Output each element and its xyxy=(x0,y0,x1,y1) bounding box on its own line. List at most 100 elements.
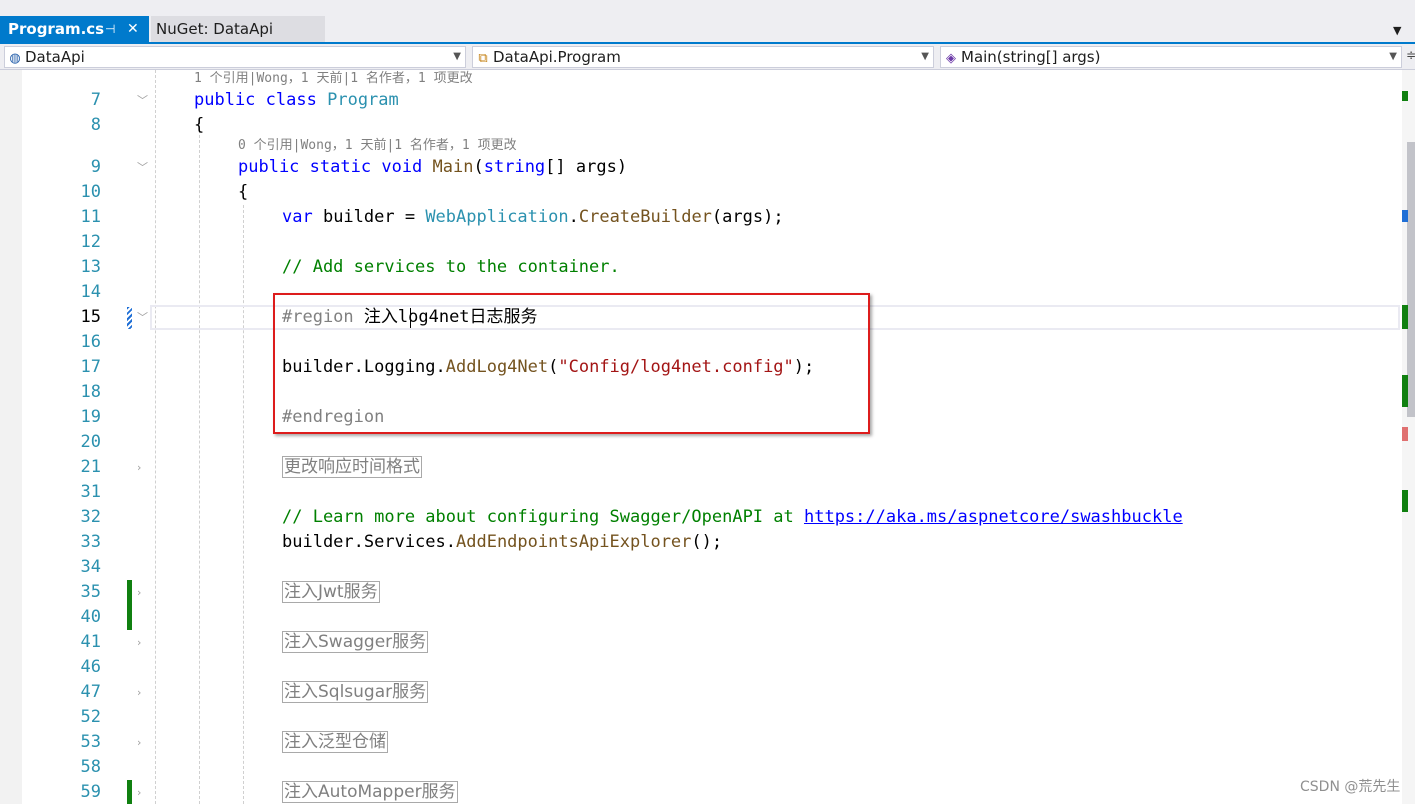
line-number: 46 xyxy=(80,657,101,677)
line-number: 33 xyxy=(80,532,101,552)
fold-closed-chevron-icon[interactable]: › xyxy=(137,780,141,804)
line-number-current: 15 xyxy=(80,307,101,327)
code-line-59: 注入AutoMapper服务 xyxy=(282,780,458,804)
tab-nuget-dataapi[interactable]: NuGet: DataApi xyxy=(151,16,325,42)
line-number: 17 xyxy=(80,357,101,377)
codelens-class[interactable]: 1 个引用|Wong，1 天前|1 名作者，1 项更改 xyxy=(194,70,473,88)
line-number: 35 xyxy=(80,582,101,602)
method-name: AddEndpointsApiExplorer xyxy=(456,532,692,552)
collapsed-region[interactable]: 注入AutoMapper服务 xyxy=(282,781,458,803)
type-name: Program xyxy=(327,90,399,110)
fold-closed-chevron-icon[interactable]: › xyxy=(137,580,141,605)
tab-label: Program.cs xyxy=(8,20,105,38)
type-name: WebApplication xyxy=(425,207,569,227)
fold-closed-chevron-icon[interactable]: › xyxy=(137,630,141,655)
fold-closed-chevron-icon[interactable]: › xyxy=(137,730,141,755)
code-editor[interactable]: 7 8 9 10 11 12 13 14 15 16 17 18 19 20 2… xyxy=(0,70,1402,804)
code-text: (); xyxy=(691,532,723,552)
code-line-10: { xyxy=(238,182,249,202)
line-number: 58 xyxy=(80,757,101,777)
line-number: 12 xyxy=(80,232,101,252)
keyword: void xyxy=(381,157,423,177)
code-line-47: 注入Sqlsugar服务 xyxy=(282,680,429,705)
class-dropdown[interactable]: ⧉ DataApi.Program ▼ xyxy=(472,46,934,68)
code-text: builder.Services. xyxy=(282,532,456,552)
collapsed-region[interactable]: 注入泛型仓储 xyxy=(282,731,388,753)
line-number: 18 xyxy=(80,382,101,402)
code-line-32: // Learn more about configuring Swagger/… xyxy=(282,505,1183,530)
code-line-9: public static void Main(string[] args) xyxy=(238,155,627,180)
line-number: 41 xyxy=(80,632,101,652)
keyword: public xyxy=(194,90,256,110)
line-number: 59 xyxy=(80,782,101,802)
vertical-scrollbar[interactable] xyxy=(1402,70,1415,804)
chevron-down-icon: ▼ xyxy=(453,51,461,62)
line-number: 16 xyxy=(80,332,101,352)
code-line-35: 注入Jwt服务 xyxy=(282,580,380,605)
document-tab-strip: Program.cs ⊣ ✕ NuGet: DataApi ▼ xyxy=(0,0,1415,42)
code-line-53: 注入泛型仓储 xyxy=(282,730,388,755)
keyword: static xyxy=(309,157,372,177)
pin-icon[interactable]: ⊣ xyxy=(105,16,115,42)
overview-change-mark xyxy=(1402,375,1408,407)
chevron-down-icon: ▼ xyxy=(921,51,929,62)
collapsed-region[interactable]: 注入Swagger服务 xyxy=(282,631,429,653)
line-number: 53 xyxy=(80,732,101,752)
keyword: public xyxy=(238,157,300,177)
tab-program-cs[interactable]: Program.cs ⊣ ✕ xyxy=(0,16,149,42)
codelens-main[interactable]: 0 个引用|Wong，1 天前|1 名作者，1 项更改 xyxy=(238,137,517,155)
line-number: 40 xyxy=(80,607,101,627)
annotation-highlight-box xyxy=(273,293,870,434)
project-dropdown[interactable]: ◍ DataApi ▼ xyxy=(4,46,466,68)
punct: . xyxy=(568,207,579,227)
indicator-margin xyxy=(0,70,22,804)
code-line-21: 更改响应时间格式 xyxy=(282,455,422,480)
line-number: 11 xyxy=(80,207,101,227)
overview-change-mark xyxy=(1402,91,1408,101)
method-cube-icon: ◈ xyxy=(946,51,956,66)
comment-link[interactable]: https://aka.ms/aspnetcore/swashbuckle xyxy=(804,507,1183,527)
member-dropdown[interactable]: ◈ Main(string[] args) ▼ xyxy=(940,46,1402,68)
keyword: string xyxy=(483,157,546,177)
close-icon[interactable]: ✕ xyxy=(127,16,139,42)
indent-guide xyxy=(199,130,200,804)
tab-overflow-chevron-down-icon[interactable]: ▼ xyxy=(1393,24,1401,37)
method-name: CreateBuilder xyxy=(578,207,712,227)
method-name: Main xyxy=(432,157,474,177)
line-number: 47 xyxy=(80,682,101,702)
split-editor-icon[interactable]: ≑ xyxy=(1406,48,1415,62)
saved-change-marker xyxy=(127,580,132,630)
comment: // Learn more about configuring Swagger/… xyxy=(282,507,804,527)
fold-open-chevron-icon[interactable]: ﹀ xyxy=(137,305,148,330)
line-number: 8 xyxy=(90,115,101,135)
code-line-8: { xyxy=(194,115,205,135)
scrollbar-thumb[interactable] xyxy=(1407,142,1415,417)
member-dropdown-label: Main(string[] args) xyxy=(961,48,1101,66)
fold-closed-chevron-icon[interactable]: › xyxy=(137,680,141,705)
globe-icon: ◍ xyxy=(9,51,21,66)
code-line-11: var builder = WebApplication.CreateBuild… xyxy=(282,205,784,230)
code-line-13-comment: // Add services to the container. xyxy=(282,257,620,277)
collapsed-region[interactable]: 注入Sqlsugar服务 xyxy=(282,681,429,703)
line-number: 19 xyxy=(80,407,101,427)
fold-closed-chevron-icon[interactable]: › xyxy=(137,455,141,480)
line-number: 10 xyxy=(80,182,101,202)
line-number: 31 xyxy=(80,482,101,502)
overview-error-mark xyxy=(1402,427,1408,441)
class-dropdown-label: DataApi.Program xyxy=(493,48,621,66)
saved-change-marker xyxy=(127,780,132,804)
line-number: 21 xyxy=(80,457,101,477)
fold-open-chevron-icon[interactable]: ﹀ xyxy=(137,88,148,113)
collapsed-region[interactable]: 更改响应时间格式 xyxy=(282,456,422,478)
fold-open-chevron-icon[interactable]: ﹀ xyxy=(137,155,148,180)
collapsed-region[interactable]: 注入Jwt服务 xyxy=(282,581,380,603)
line-number: 52 xyxy=(80,707,101,727)
punct: [] args) xyxy=(545,157,628,177)
punct: ( xyxy=(473,157,484,177)
line-number: 13 xyxy=(80,257,101,277)
code-text: (args); xyxy=(711,207,784,227)
line-number: 14 xyxy=(80,282,101,302)
tab-label: NuGet: DataApi xyxy=(156,20,274,38)
code-line-7: public class Program xyxy=(194,88,399,113)
line-number: 7 xyxy=(90,90,101,110)
